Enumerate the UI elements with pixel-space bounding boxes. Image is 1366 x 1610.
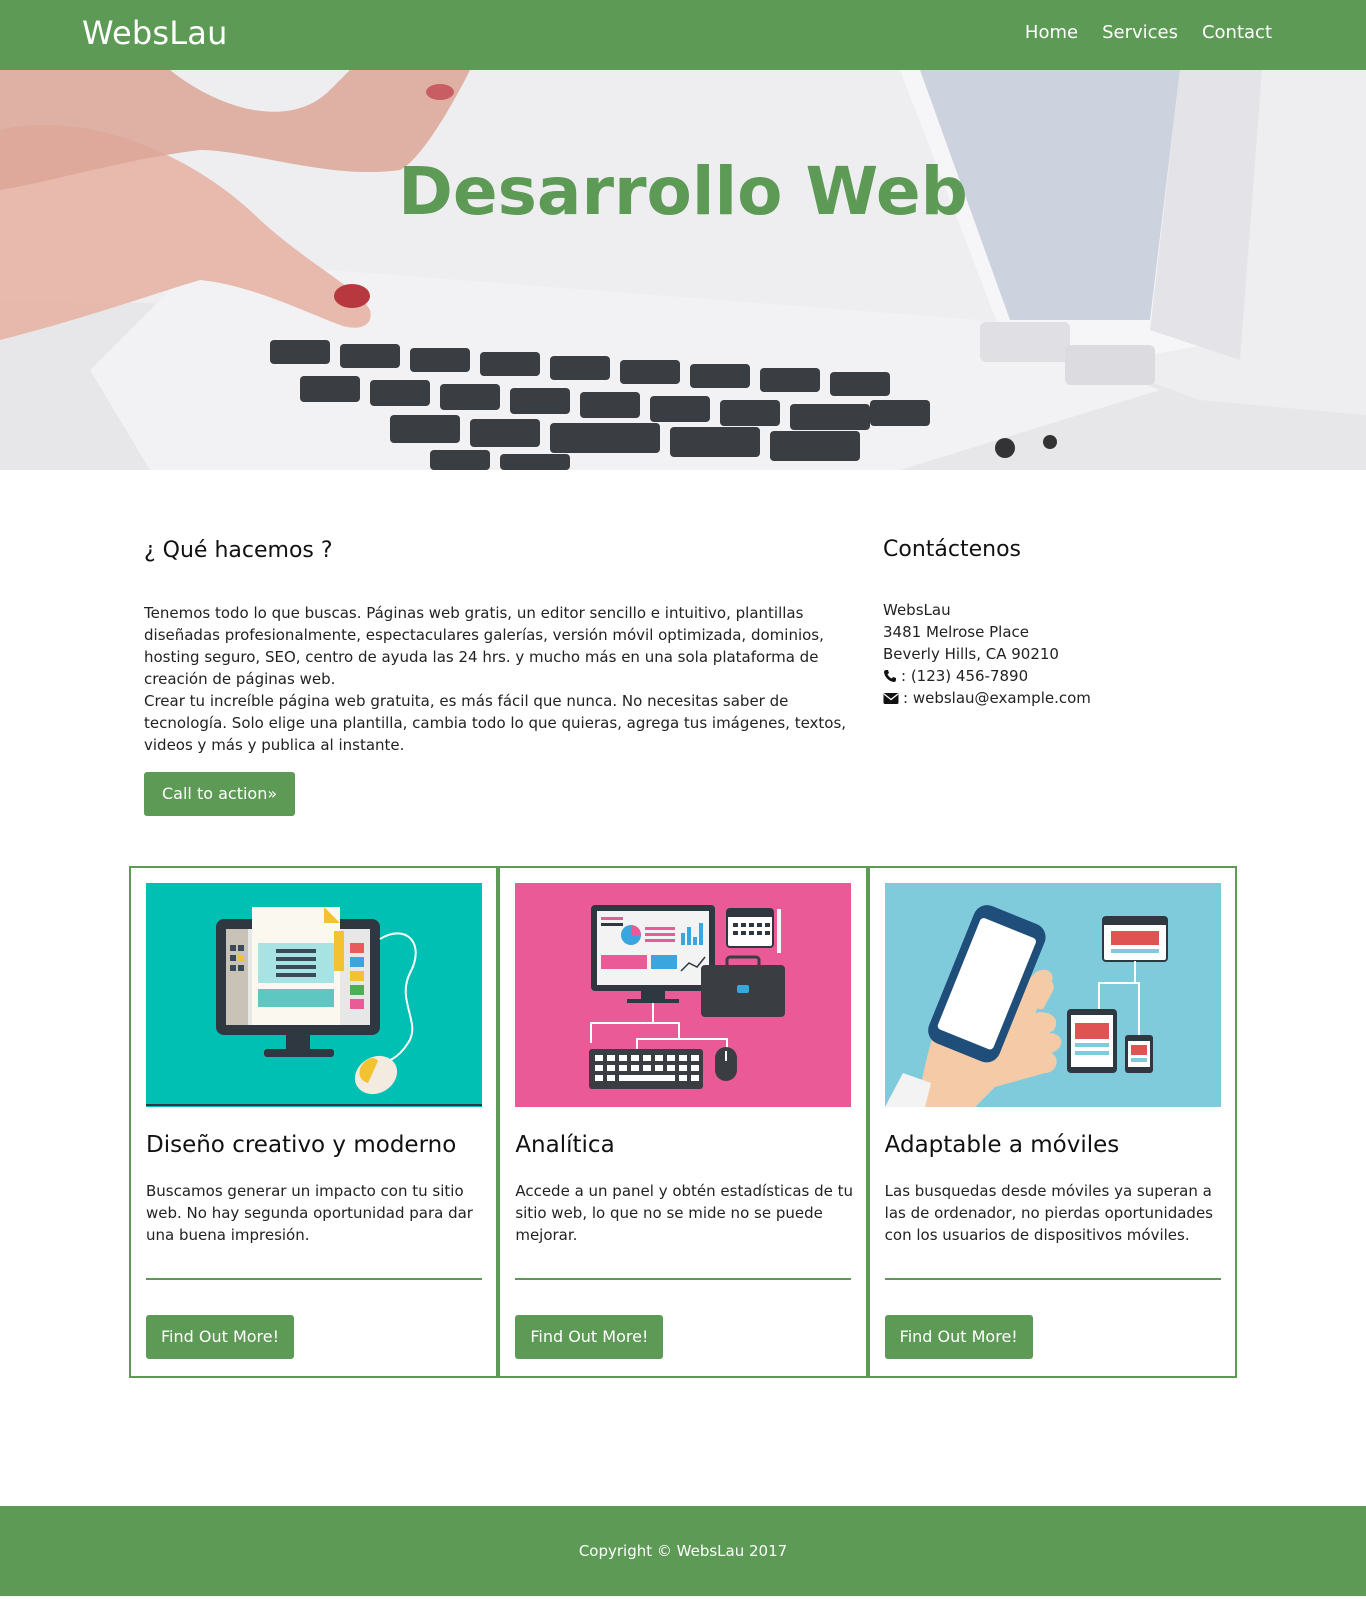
contact-section: Contáctenos WebsLau 3481 Melrose Place B… [883, 535, 1203, 707]
nav-services-link[interactable]: Services [1102, 20, 1178, 46]
navbar: WebsLau Home Services Contact [0, 0, 1366, 70]
about-section: ¿ Qué hacemos ? Tenemos todo lo que busc… [144, 536, 854, 816]
card-design-text: Buscamos generar un impacto con tu sitio… [146, 1182, 473, 1244]
card-design-title: Diseño creativo y moderno [146, 1132, 457, 1158]
about-paragraph-2: Crear tu increíble página web gratuita, … [144, 692, 847, 754]
mobile-responsive-illustration [884, 883, 1221, 1107]
contact-email-line: : webslau@example.com [883, 687, 1091, 709]
nav-contact-link[interactable]: Contact [1202, 20, 1272, 46]
contact-address: WebsLau 3481 Melrose Place Beverly Hills… [883, 599, 1091, 709]
feature-card-design: Diseño creativo y moderno Buscamos gener… [129, 866, 499, 1378]
card-design-divider [146, 1278, 482, 1280]
contact-email: : webslau@example.com [903, 689, 1091, 707]
card-mobile-divider [884, 1278, 1221, 1280]
nav-links: Home Services Contact [1025, 20, 1272, 46]
analytics-illustration [515, 883, 852, 1107]
card-mobile-find-out-more-button[interactable]: Find Out More! [884, 1315, 1033, 1359]
feature-card-mobile: Adaptable a móviles Las busquedas desde … [867, 866, 1237, 1378]
card-analytics-title: Analítica [515, 1132, 615, 1158]
footer: Copyright © WebsLau 2017 [0, 1506, 1366, 1596]
contact-street: 3481 Melrose Place [883, 623, 1029, 641]
hero-banner: Desarrollo Web [0, 70, 1366, 470]
contact-phone: : (123) 456-7890 [901, 667, 1029, 685]
creative-design-illustration [146, 883, 482, 1107]
hero-title: Desarrollo Web [398, 153, 968, 230]
phone-icon [884, 670, 896, 682]
feature-cards: Diseño creativo y moderno Buscamos gener… [129, 866, 1237, 1378]
card-analytics-text: Accede a un panel y obtén estadísticas d… [515, 1182, 854, 1244]
card-analytics-find-out-more-button[interactable]: Find Out More! [515, 1315, 664, 1359]
feature-card-analytics: Analítica Accede a un panel y obtén esta… [498, 866, 868, 1378]
card-analytics-divider [515, 1278, 852, 1280]
card-mobile-title: Adaptable a móviles [884, 1132, 1120, 1158]
contact-company-name: WebsLau [883, 601, 951, 619]
footer-copyright: Copyright © WebsLau 2017 [578, 1542, 788, 1560]
card-design-find-out-more-button[interactable]: Find Out More! [146, 1315, 295, 1359]
contact-phone-line: : (123) 456-7890 [883, 665, 1091, 687]
envelope-icon [883, 693, 899, 704]
nav-home-link[interactable]: Home [1025, 20, 1078, 46]
card-mobile-text: Las busquedas desde móviles ya superan a… [884, 1182, 1214, 1244]
about-paragraph-1: Tenemos todo lo que buscas. Páginas web … [144, 604, 824, 688]
brand-logo-link[interactable]: WebsLau [82, 12, 228, 54]
call-to-action-button[interactable]: Call to action» [144, 772, 296, 816]
contact-city: Beverly Hills, CA 90210 [883, 645, 1059, 663]
contact-heading: Contáctenos [883, 537, 1021, 562]
about-heading: ¿ Qué hacemos ? [144, 538, 333, 563]
hero-laptop-photo [0, 70, 1366, 470]
